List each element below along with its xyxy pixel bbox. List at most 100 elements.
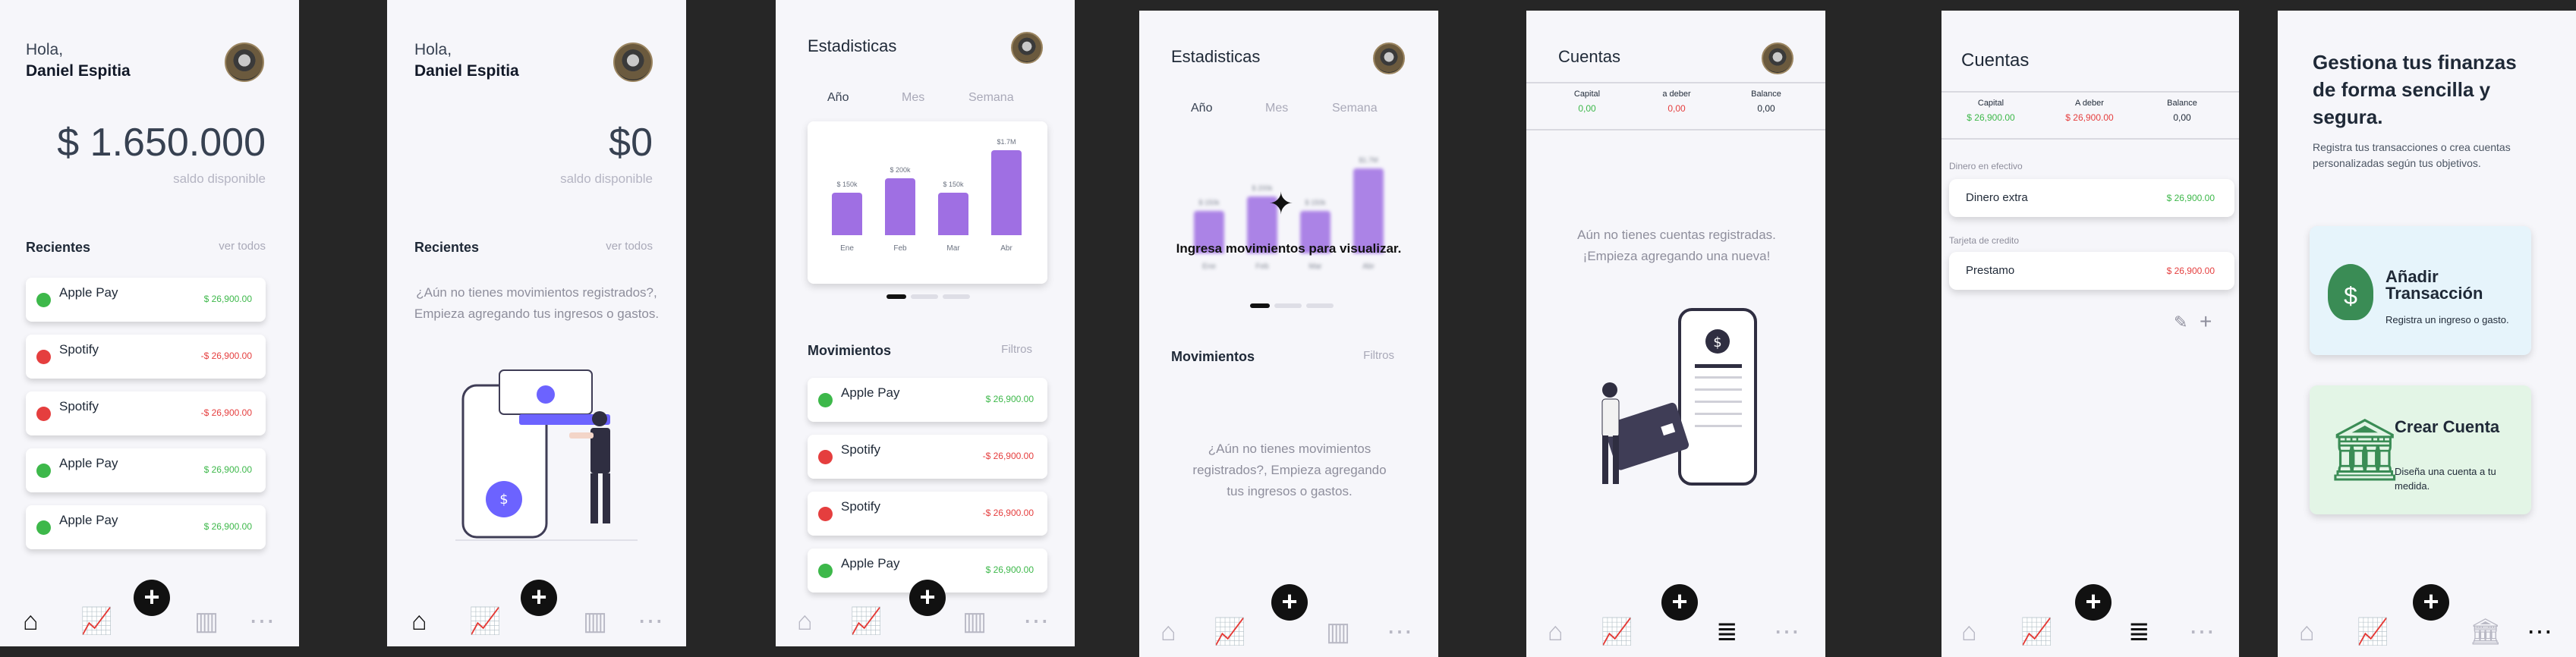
bottom-nav: ⌂ 📈 🏛 ⋯ bbox=[2278, 610, 2576, 657]
list-item[interactable]: Apple Pay $ 26,900.00 bbox=[808, 378, 1047, 422]
coins-stack-icon[interactable]: ≣ bbox=[2128, 619, 2150, 645]
avatar[interactable] bbox=[1011, 32, 1043, 64]
book-open-icon[interactable]: ▥ bbox=[194, 608, 219, 634]
account-row[interactable]: Prestamo $ 26,900.00 bbox=[1949, 252, 2234, 290]
tab-month[interactable]: Mes bbox=[902, 91, 924, 105]
pager-dot-active[interactable] bbox=[886, 294, 906, 299]
x-tick-label: Feb bbox=[893, 244, 907, 253]
see-all-link[interactable]: ver todos bbox=[606, 240, 653, 253]
edit-pencil-icon[interactable]: ✎ bbox=[2174, 313, 2187, 332]
filters-link[interactable]: Filtros bbox=[1001, 343, 1032, 356]
money-bag-icon: $ bbox=[2328, 264, 2373, 320]
bar-value-label: $ 150k bbox=[1305, 199, 1326, 206]
bank-icon: 🏛 bbox=[2326, 416, 2404, 483]
more-dots-icon[interactable]: ⋯ bbox=[2189, 619, 2215, 645]
bar-value-label: $ 150k bbox=[943, 181, 964, 188]
more-dots-icon[interactable]: ⋯ bbox=[1023, 608, 1049, 634]
bottom-nav: ⌂ 📈 ≣ ⋯ bbox=[1941, 610, 2239, 657]
book-open-icon[interactable]: ▥ bbox=[962, 608, 987, 634]
x-tick-label: Abr bbox=[1362, 262, 1375, 271]
card-description: Registra un ingreso o gasto. bbox=[2385, 314, 2509, 325]
greeting: Hola, bbox=[26, 41, 64, 58]
empty-message: ¿Aún no tienes movimientos registrados?,… bbox=[1192, 442, 1387, 498]
account-row[interactable]: Dinero extra $ 26,900.00 bbox=[1949, 179, 2234, 217]
list-item[interactable]: Apple Pay $ 26,900.00 bbox=[26, 505, 266, 549]
list-item[interactable]: Spotify -$ 26,900.00 bbox=[26, 391, 266, 435]
chart-bar bbox=[938, 193, 968, 235]
list-item[interactable]: Spotify -$ 26,900.00 bbox=[808, 492, 1047, 536]
avatar[interactable] bbox=[225, 42, 264, 82]
more-dots-icon[interactable]: ⋯ bbox=[638, 608, 663, 634]
pager-dot[interactable] bbox=[943, 294, 970, 299]
house-dollar-icon[interactable]: ⌂ bbox=[411, 608, 427, 634]
book-open-icon[interactable]: ▥ bbox=[1326, 619, 1350, 645]
chart-line-icon[interactable]: 📈 bbox=[2357, 619, 2389, 645]
card-title: Añadir Transacción bbox=[2385, 267, 2483, 303]
list-item[interactable]: Apple Pay $ 26,900.00 bbox=[26, 448, 266, 492]
list-item[interactable]: Spotify -$ 26,900.00 bbox=[808, 435, 1047, 479]
more-dots-icon[interactable]: ⋯ bbox=[1387, 619, 1412, 645]
bank-nav-icon[interactable]: 🏛 bbox=[2469, 619, 2502, 645]
book-open-icon[interactable]: ▥ bbox=[583, 608, 607, 634]
house-dollar-icon[interactable]: ⌂ bbox=[1548, 619, 1564, 645]
house-dollar-icon[interactable]: ⌂ bbox=[1961, 619, 1977, 645]
more-dots-icon[interactable]: ⋯ bbox=[249, 608, 275, 634]
card-title: Crear Cuenta bbox=[2395, 417, 2500, 436]
summary-label: A deber bbox=[2075, 99, 2104, 108]
avatar[interactable] bbox=[1373, 42, 1405, 74]
pager-dot[interactable] bbox=[1274, 303, 1302, 308]
bottom-nav: ⌂ 📈 ▥ ⋯ bbox=[776, 599, 1075, 646]
page-title: Cuentas bbox=[1558, 47, 1620, 66]
greeting: Hola, bbox=[414, 41, 452, 58]
avatar[interactable] bbox=[613, 42, 653, 82]
add-account-icon[interactable]: + bbox=[2200, 310, 2212, 334]
coins-stack-icon[interactable]: ≣ bbox=[1716, 619, 1738, 645]
tab-week[interactable]: Semana bbox=[1332, 102, 1378, 115]
add-transaction-card[interactable]: $ Añadir Transacción Registra un ingreso… bbox=[2310, 226, 2531, 355]
chart-line-icon[interactable]: 📈 bbox=[469, 608, 501, 634]
create-account-card[interactable]: 🏛 Crear Cuenta Diseña una cuenta a tu me… bbox=[2310, 385, 2531, 514]
chart-line-icon[interactable]: 📈 bbox=[1601, 619, 1633, 645]
transaction-name: Spotify bbox=[841, 499, 880, 514]
tab-year[interactable]: Año bbox=[1191, 102, 1212, 115]
stats-screen: Estadisticas Año Mes Semana $ 150k Ene $ 2… bbox=[776, 0, 1075, 646]
pager-dot[interactable] bbox=[911, 294, 938, 299]
house-dollar-icon[interactable]: ⌂ bbox=[23, 608, 39, 634]
list-item[interactable]: Spotify -$ 26,900.00 bbox=[26, 335, 266, 379]
x-tick-label: Feb bbox=[1255, 262, 1269, 271]
avatar[interactable] bbox=[1762, 42, 1793, 74]
bottom-nav: ⌂ 📈 ▥ ⋯ bbox=[387, 599, 686, 646]
chart-line-icon[interactable]: 📈 bbox=[1214, 619, 1245, 645]
summary-value: 0,00 bbox=[1757, 103, 1775, 114]
transaction-amount: -$ 26,900.00 bbox=[200, 351, 252, 361]
income-dot-icon bbox=[36, 293, 51, 307]
page-title: Gestiona tus finanzas de forma sencilla … bbox=[2313, 51, 2517, 128]
account-amount: $ 26,900.00 bbox=[2166, 193, 2215, 203]
empty-illustration: $ bbox=[455, 369, 638, 541]
see-all-link[interactable]: ver todos bbox=[219, 240, 266, 253]
tab-year[interactable]: Año bbox=[827, 91, 849, 105]
tab-month[interactable]: Mes bbox=[1265, 102, 1288, 115]
pager-dot-active[interactable] bbox=[1250, 303, 1270, 308]
chart-bar bbox=[885, 178, 915, 235]
expense-dot-icon bbox=[36, 350, 51, 364]
x-tick-label: Mar bbox=[1308, 262, 1322, 271]
pager-dot[interactable] bbox=[1306, 303, 1334, 308]
list-item[interactable]: Apple Pay $ 26,900.00 bbox=[26, 278, 266, 322]
chart-line-icon[interactable]: 📈 bbox=[2020, 619, 2052, 645]
house-dollar-icon[interactable]: ⌂ bbox=[1160, 619, 1176, 645]
movements-title: Movimientos bbox=[808, 343, 892, 358]
summary-value: $ 26,900.00 bbox=[2065, 112, 2114, 123]
tab-week[interactable]: Semana bbox=[968, 91, 1014, 105]
more-dots-icon[interactable]: ⋯ bbox=[1774, 619, 1800, 645]
svg-text:$: $ bbox=[1713, 335, 1721, 351]
summary-value: 0,00 bbox=[1667, 103, 1686, 114]
chart-line-icon[interactable]: 📈 bbox=[850, 608, 882, 634]
user-name: Daniel Espitia bbox=[26, 62, 131, 80]
summary-value: $ 26,900.00 bbox=[1967, 112, 2015, 123]
more-dots-icon[interactable]: ⋯ bbox=[2527, 619, 2552, 645]
house-dollar-icon[interactable]: ⌂ bbox=[2299, 619, 2315, 645]
house-dollar-icon[interactable]: ⌂ bbox=[797, 608, 813, 634]
filters-link[interactable]: Filtros bbox=[1363, 349, 1394, 362]
chart-line-icon[interactable]: 📈 bbox=[80, 608, 112, 634]
